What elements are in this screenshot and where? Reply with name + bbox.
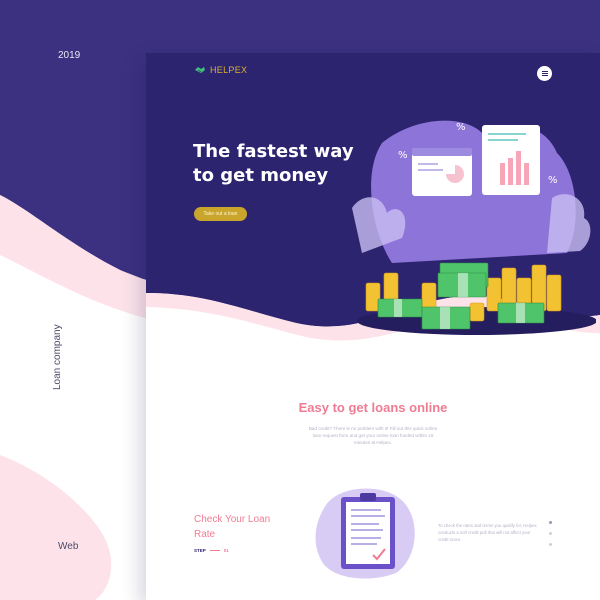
hero-title: The fastest way to get money bbox=[193, 141, 354, 186]
step-number: 01 bbox=[223, 548, 229, 553]
year-label: 2019 bbox=[58, 50, 81, 61]
loans-section-body: Bad credit? There is no problem with it!… bbox=[308, 426, 438, 445]
pagination-dots bbox=[549, 521, 552, 546]
step-divider bbox=[209, 550, 220, 551]
rate-section-body: To check the rates and terms you qualify… bbox=[438, 523, 537, 542]
pagination-dot[interactable] bbox=[549, 543, 552, 546]
menu-button[interactable] bbox=[537, 66, 552, 81]
svg-text:%: % bbox=[548, 175, 558, 186]
pagination-dot[interactable] bbox=[549, 532, 552, 535]
step-label: STEP bbox=[194, 548, 206, 553]
clipboard-illustration bbox=[315, 488, 415, 579]
pagination-dot[interactable] bbox=[549, 521, 552, 524]
svg-text:%: % bbox=[398, 150, 408, 161]
take-loan-button[interactable]: Take out a loan bbox=[194, 207, 247, 221]
svg-text:%: % bbox=[456, 122, 466, 133]
brand-name: HELPEX bbox=[210, 65, 248, 75]
handshake-icon bbox=[195, 67, 205, 73]
loans-section-title: Easy to get loans online bbox=[298, 400, 448, 415]
category-label: Loan company bbox=[52, 324, 63, 390]
brand-logo[interactable]: HELPEX bbox=[194, 65, 247, 75]
hamburger-icon bbox=[541, 73, 548, 74]
type-label: Web bbox=[58, 541, 79, 552]
rate-section-title: Check Your Loan Rate bbox=[194, 514, 271, 540]
step-indicator: STEP 01 bbox=[194, 548, 229, 553]
money-illustration: % % % bbox=[352, 120, 596, 335]
landing-page-card: HELPEX The fastest way to get money Take… bbox=[146, 53, 600, 600]
